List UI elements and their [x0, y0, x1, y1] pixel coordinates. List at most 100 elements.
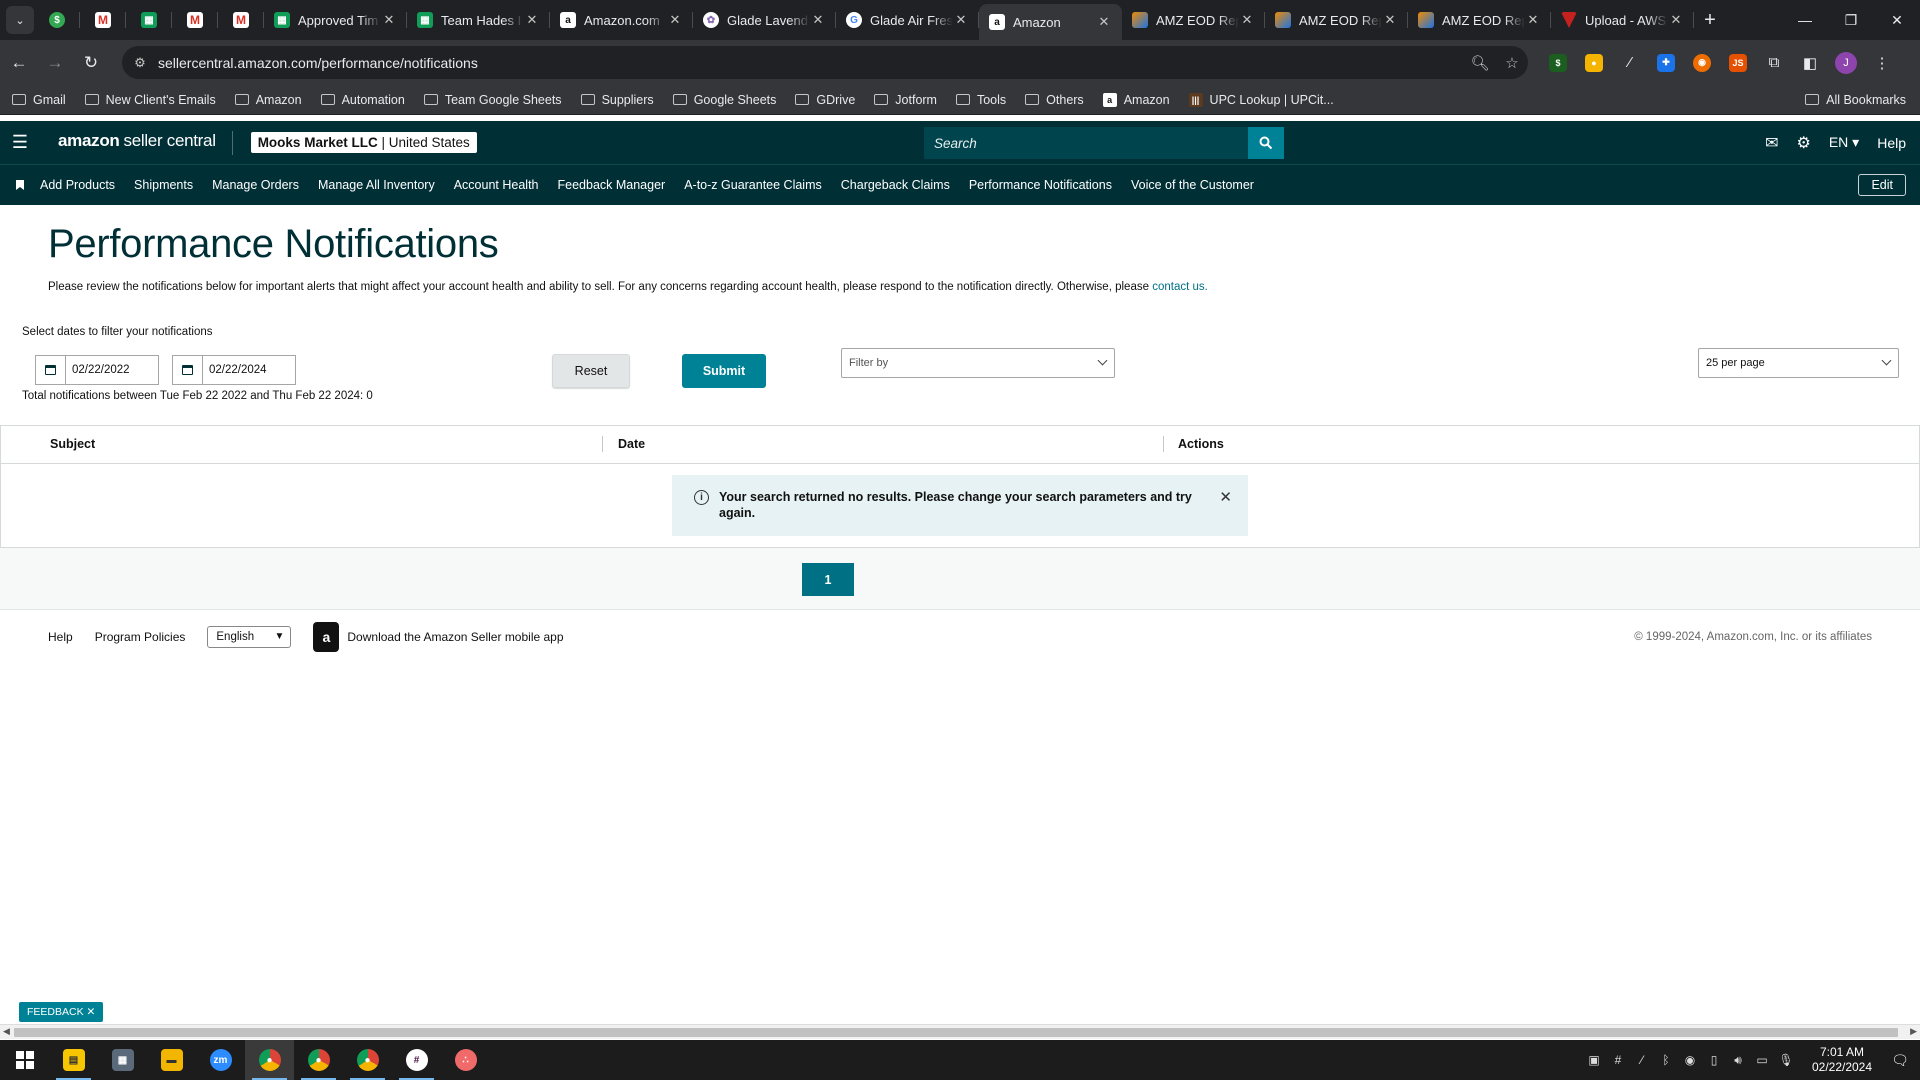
nav-item-voice-of-the-customer[interactable]: Voice of the Customer: [1131, 178, 1254, 192]
close-icon[interactable]: ✕: [1219, 488, 1232, 506]
taskbar-asana[interactable]: ∴: [441, 1040, 490, 1080]
pinned-tab-gmail-3[interactable]: M: [218, 0, 264, 40]
extension-1[interactable]: $: [1540, 53, 1576, 72]
page-button-current[interactable]: 1: [802, 563, 854, 596]
close-tab-icon[interactable]: ✕: [381, 12, 397, 28]
close-tab-icon[interactable]: ✕: [953, 12, 969, 28]
zoom-icon[interactable]: 🔍︎: [1464, 54, 1496, 72]
footer-help-link[interactable]: Help: [48, 630, 73, 644]
close-tab-icon[interactable]: ✕: [1239, 12, 1255, 28]
column-subject[interactable]: Subject: [50, 437, 95, 451]
pinned-tab-gmail-1[interactable]: M: [80, 0, 126, 40]
date-from-input[interactable]: [66, 356, 158, 384]
scrollbar-thumb[interactable]: [14, 1028, 1898, 1037]
contact-us-link[interactable]: contact us.: [1152, 281, 1208, 293]
browser-tab[interactable]: AMZ EOD Rep ✕: [1408, 0, 1551, 40]
close-tab-icon[interactable]: ✕: [1096, 14, 1112, 30]
pinned-tab-1[interactable]: $: [34, 0, 80, 40]
taskbar-chrome-3[interactable]: ●: [343, 1040, 392, 1080]
taskbar-file-explorer[interactable]: ▬: [147, 1040, 196, 1080]
taskbar-chrome-1[interactable]: ●: [245, 1040, 294, 1080]
forward-button[interactable]: →: [38, 46, 72, 80]
reload-button[interactable]: ↻: [74, 46, 108, 80]
close-tab-icon[interactable]: ✕: [1668, 12, 1684, 28]
bookmark-item[interactable]: Tools: [955, 93, 1006, 107]
footer-program-policies-link[interactable]: Program Policies: [95, 630, 186, 644]
pen-icon[interactable]: ⁄: [1630, 1053, 1654, 1067]
extension-2[interactable]: ●: [1576, 53, 1612, 72]
zoom-tray-icon[interactable]: ◉: [1678, 1053, 1702, 1067]
url-text[interactable]: sellercentral.amazon.com/performance/not…: [158, 55, 1464, 71]
account-switcher[interactable]: Mooks Market LLC | United States: [250, 132, 477, 153]
profile-button[interactable]: J: [1828, 51, 1864, 74]
nav-item-account-health[interactable]: Account Health: [454, 178, 539, 192]
bookmark-item[interactable]: Jotform: [874, 93, 937, 107]
browser-tab[interactable]: ✿ Glade Lavend ✕: [693, 0, 836, 40]
new-tab-button[interactable]: +: [1694, 9, 1726, 32]
nav-item-chargeback-claims[interactable]: Chargeback Claims: [841, 178, 950, 192]
pinned-tab-gmail-2[interactable]: M: [172, 0, 218, 40]
close-tab-icon[interactable]: ✕: [1382, 12, 1398, 28]
bookmark-item[interactable]: Automation: [320, 93, 405, 107]
submit-button[interactable]: Submit: [682, 354, 766, 388]
nav-item-manage-orders[interactable]: Manage Orders: [212, 178, 299, 192]
battery-icon[interactable]: ▯: [1702, 1053, 1726, 1067]
start-button[interactable]: [0, 1040, 49, 1080]
taskbar-slack[interactable]: #: [392, 1040, 441, 1080]
browser-tab[interactable]: a Amazon ✕: [979, 4, 1122, 40]
bookmark-item[interactable]: New Client's Emails: [84, 93, 216, 107]
language-selector[interactable]: EN ▾: [1829, 134, 1859, 151]
bookmark-item[interactable]: Gmail: [12, 93, 66, 107]
bookmark-item[interactable]: GDrive: [795, 93, 855, 107]
restore-icon[interactable]: ❐: [1828, 0, 1874, 40]
extension-4[interactable]: ✚: [1648, 53, 1684, 72]
bookmark-item[interactable]: Team Google Sheets: [423, 93, 562, 107]
pinned-tab-sheets[interactable]: ▦: [126, 0, 172, 40]
extensions-menu[interactable]: ⧉: [1756, 54, 1792, 71]
browser-tab[interactable]: ▦ Team Hades I ✕: [407, 0, 550, 40]
gear-icon[interactable]: ⚙: [1796, 133, 1810, 153]
scroll-left-icon[interactable]: ◀: [3, 1026, 10, 1037]
clock[interactable]: 7:01 AM 02/22/2024: [1804, 1045, 1880, 1075]
help-link[interactable]: Help: [1877, 135, 1906, 151]
address-bar[interactable]: ⚙ sellercentral.amazon.com/performance/n…: [122, 46, 1528, 79]
bookmark-item[interactable]: ||| UPC Lookup | UPCit...: [1188, 92, 1334, 107]
bluetooth-icon[interactable]: ᛒ: [1654, 1053, 1678, 1067]
close-icon[interactable]: ✕: [87, 1006, 96, 1018]
mail-icon[interactable]: ✉: [1765, 133, 1778, 153]
nav-item-performance-notifications[interactable]: Performance Notifications: [969, 178, 1112, 192]
nav-item-shipments[interactable]: Shipments: [134, 178, 193, 192]
nav-item-a-to-z-guarantee-claims[interactable]: A-to-z Guarantee Claims: [684, 178, 822, 192]
network-icon[interactable]: ▭: [1750, 1053, 1774, 1067]
browser-tab[interactable]: a Amazon.com ✕: [550, 0, 693, 40]
bookmark-item[interactable]: Others: [1025, 93, 1084, 107]
tab-search-button[interactable]: ⌄: [6, 6, 34, 34]
back-button[interactable]: ←: [2, 46, 36, 80]
taskbar-zoom[interactable]: zm: [196, 1040, 245, 1080]
nav-item-manage-all-inventory[interactable]: Manage All Inventory: [318, 178, 435, 192]
calendar-icon[interactable]: [36, 356, 66, 384]
browser-tab[interactable]: Upload - AWS ✕: [1551, 0, 1694, 40]
microphone-icon[interactable]: 🎙︎: [1774, 1053, 1798, 1067]
bookmark-item[interactable]: Google Sheets: [672, 93, 776, 107]
taskbar-sticky-notes[interactable]: ▤: [49, 1040, 98, 1080]
bookmark-icon[interactable]: [0, 180, 40, 190]
horizontal-scrollbar[interactable]: ◀ ▶: [0, 1024, 1920, 1039]
footer-language-select[interactable]: English ▼: [207, 626, 292, 648]
column-date[interactable]: Date: [618, 437, 645, 451]
per-page-dropdown[interactable]: 25 per page: [1698, 348, 1899, 378]
close-window-icon[interactable]: ✕: [1874, 0, 1920, 40]
notification-icon[interactable]: 🗨︎: [1880, 1052, 1920, 1069]
nav-item-add-products[interactable]: Add Products: [40, 178, 115, 192]
bookmark-item[interactable]: a Amazon: [1102, 92, 1170, 107]
reset-button[interactable]: Reset: [552, 354, 630, 388]
amazon-app-icon[interactable]: a: [313, 622, 340, 652]
close-tab-icon[interactable]: ✕: [667, 12, 683, 28]
close-tab-icon[interactable]: ✕: [1525, 12, 1541, 28]
extension-3[interactable]: ⁄: [1612, 54, 1648, 71]
feedback-button[interactable]: FEEDBACK ✕: [19, 1002, 104, 1022]
download-app-link[interactable]: Download the Amazon Seller mobile app: [347, 630, 563, 644]
browser-tab[interactable]: G Glade Air Fres ✕: [836, 0, 979, 40]
side-panel-button[interactable]: ◧: [1792, 54, 1828, 72]
date-to-input[interactable]: [203, 356, 295, 384]
